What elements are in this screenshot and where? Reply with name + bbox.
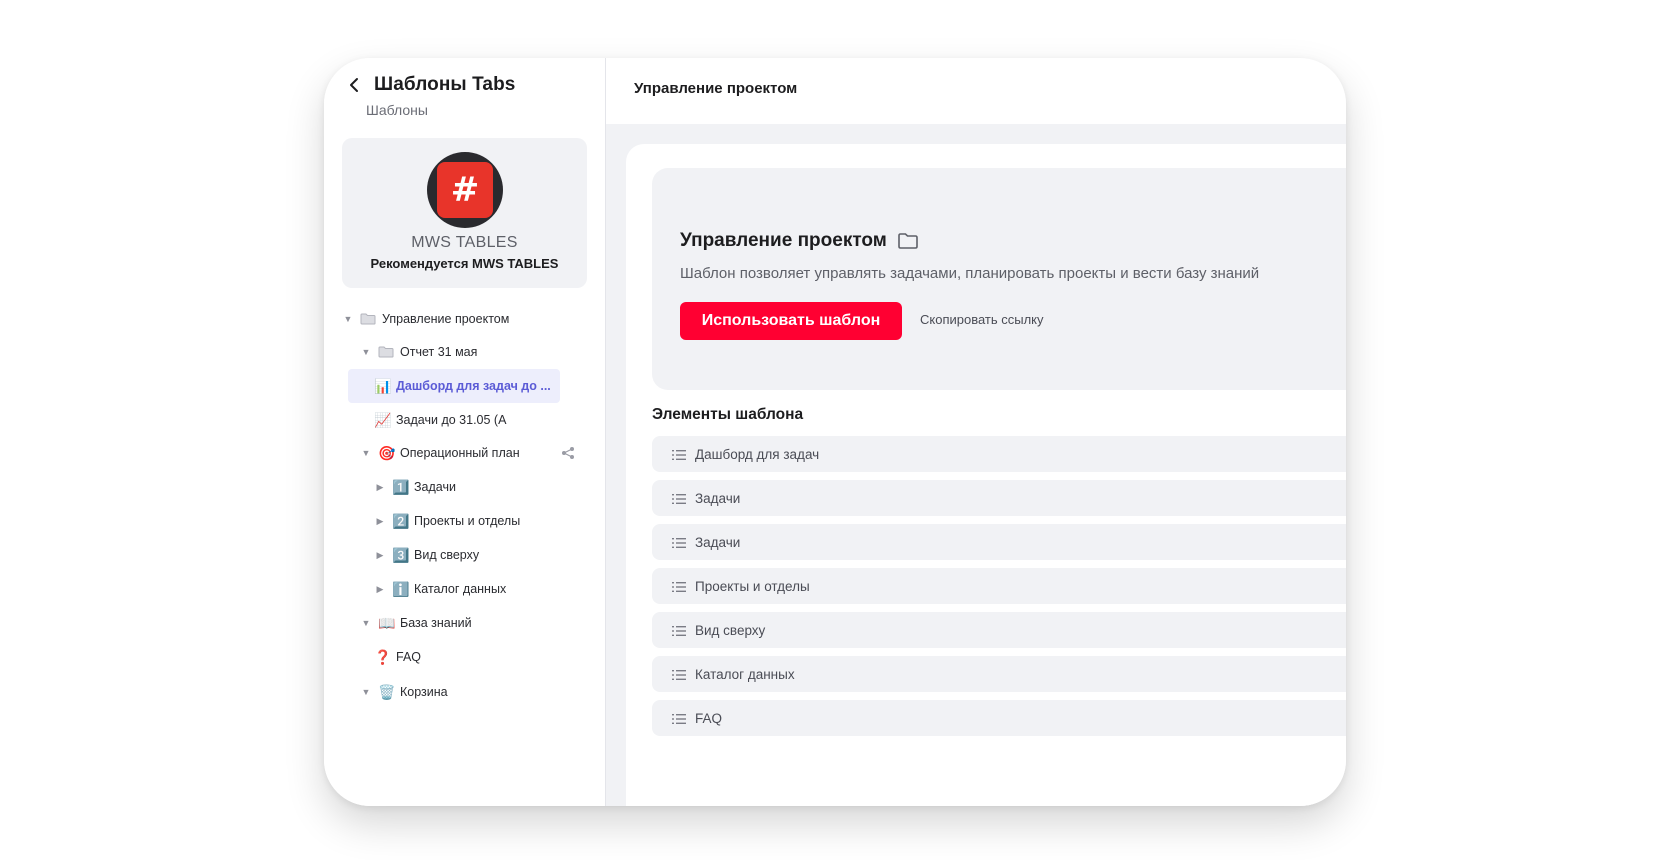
sidebar: Шаблоны Tabs Шаблоны # MWS TABLES Рекоме…: [324, 58, 606, 806]
caret-right-icon[interactable]: ▶: [374, 516, 386, 527]
caret-right-icon[interactable]: ▶: [374, 584, 386, 595]
tree-item-label: Операционный план: [400, 446, 520, 460]
caret-down-icon[interactable]: ▼: [360, 687, 372, 697]
share-icon[interactable]: [561, 446, 575, 460]
sidebar-title: Шаблоны Tabs: [374, 74, 516, 95]
element-label: Дашборд для задач: [695, 446, 820, 462]
info-icon: ℹ️: [392, 580, 410, 597]
keycap-two-icon: 2️⃣: [392, 512, 410, 529]
template-card: # MWS TABLES Рекомендуется MWS TABLES: [342, 138, 587, 288]
tree-item-faq[interactable]: ❓ FAQ: [374, 640, 587, 674]
template-element-row[interactable]: Задачи: [652, 524, 1346, 560]
element-label: Проекты и отделы: [695, 578, 810, 594]
caret-down-icon[interactable]: ▼: [360, 448, 372, 458]
keycap-one-icon: 1️⃣: [392, 478, 410, 495]
caret-down-icon[interactable]: ▼: [360, 618, 372, 628]
tree-item-label: Проекты и отделы: [414, 514, 521, 528]
template-element-row[interactable]: Дашборд для задач: [652, 436, 1346, 472]
tree-item-tasks-until-31-05[interactable]: 📈 Задачи до 31.05 (А: [374, 403, 587, 437]
line-chart-icon: 📈: [374, 411, 392, 428]
element-label: Каталог данных: [695, 666, 795, 682]
hero-title: Управление проектом: [680, 230, 887, 251]
open-book-icon: 📖: [378, 614, 396, 631]
list-icon: [672, 580, 686, 592]
page-title: Управление проектом: [634, 80, 798, 97]
tree-item-label: Задачи: [414, 480, 456, 494]
content-panel: Управление проектом Шаблон позволяет упр…: [626, 144, 1346, 806]
bar-chart-icon: 📊: [374, 377, 392, 394]
caret-down-icon[interactable]: ▼: [342, 314, 354, 324]
tree-item-label: Корзина: [400, 685, 448, 699]
mws-tables-logo: #: [427, 152, 503, 228]
tree-item-label: Дашборд для задач до ...: [396, 379, 551, 393]
tree-item-top-view[interactable]: ▶ 3️⃣ Вид сверху: [374, 538, 587, 572]
tree-item-label: FAQ: [396, 650, 422, 664]
hero-description: Шаблон позволяет управлять задачами, пла…: [680, 265, 1260, 282]
template-element-row[interactable]: Проекты и отделы: [652, 568, 1346, 604]
list-icon: [672, 624, 686, 636]
use-template-button[interactable]: Использовать шаблон: [680, 302, 902, 340]
element-label: Вид сверху: [695, 622, 766, 638]
hero-title-row: Управление проектом: [680, 230, 919, 252]
card-recommended: Рекомендуется MWS TABLES: [370, 256, 559, 271]
list-icon: [672, 668, 686, 680]
tree-item-operational-plan[interactable]: ▼ 🎯 Операционный план: [360, 436, 587, 470]
sidebar-subtitle: Шаблоны: [366, 102, 428, 118]
logo-glyph: #: [437, 162, 493, 218]
tree-item-dashboard[interactable]: 📊 Дашборд для задач до ...: [348, 369, 560, 403]
device-frame: Шаблоны Tabs Шаблоны # MWS TABLES Рекоме…: [324, 58, 1346, 806]
tree-item-label: Отчет 31 мая: [400, 345, 478, 359]
folder-outline-icon: [897, 232, 919, 250]
caret-right-icon[interactable]: ▶: [374, 550, 386, 561]
element-label: Задачи: [695, 534, 741, 550]
folder-icon: [360, 313, 376, 325]
tree-item-label: База знаний: [400, 616, 472, 630]
caret-right-icon[interactable]: ▶: [374, 482, 386, 493]
tree-item-data-catalog[interactable]: ▶ ℹ️ Каталог данных: [374, 572, 587, 606]
caret-down-icon[interactable]: ▼: [360, 347, 372, 357]
tree-item-label: Задачи до 31.05 (А: [396, 413, 507, 427]
tree-item-report-may-31[interactable]: ▼ Отчет 31 мая: [360, 335, 587, 369]
tree-item-trash[interactable]: ▼ 🗑️ Корзина: [360, 675, 587, 709]
template-element-row[interactable]: Задачи: [652, 480, 1346, 516]
copy-link-button[interactable]: Скопировать ссылку: [920, 312, 1044, 327]
list-icon: [672, 712, 686, 724]
list-icon: [672, 536, 686, 548]
tree-item-knowledge-base[interactable]: ▼ 📖 База знаний: [360, 606, 587, 640]
trash-icon: 🗑️: [378, 683, 396, 700]
tree-item-projects-departments[interactable]: ▶ 2️⃣ Проекты и отделы: [374, 504, 587, 538]
tree-item-tasks[interactable]: ▶ 1️⃣ Задачи: [374, 470, 587, 504]
folder-icon: [378, 346, 394, 358]
main-header: Управление проектом: [606, 58, 1346, 124]
card-name: MWS TABLES: [411, 234, 518, 251]
element-label: Задачи: [695, 490, 741, 506]
template-element-row[interactable]: Каталог данных: [652, 656, 1346, 692]
keycap-three-icon: 3️⃣: [392, 546, 410, 563]
tree-item-label: Каталог данных: [414, 582, 507, 596]
template-hero: Управление проектом Шаблон позволяет упр…: [652, 168, 1346, 390]
element-label: FAQ: [695, 710, 723, 726]
tree-item-project-management[interactable]: ▼ Управление проектом: [342, 302, 587, 336]
chevron-left-icon[interactable]: [346, 76, 364, 94]
template-element-row[interactable]: Вид сверху: [652, 612, 1346, 648]
back-row[interactable]: Шаблоны Tabs: [346, 74, 515, 96]
elements-title: Элементы шаблона: [652, 406, 804, 423]
list-icon: [672, 448, 686, 460]
target-icon: 🎯: [378, 444, 396, 461]
tree-item-label: Вид сверху: [414, 548, 480, 562]
template-element-row[interactable]: FAQ: [652, 700, 1346, 736]
list-icon: [672, 492, 686, 504]
question-mark-icon: ❓: [374, 648, 392, 665]
tree-item-label: Управление проектом: [382, 312, 510, 326]
main-area: Управление проектом Управление проектом …: [606, 58, 1346, 806]
